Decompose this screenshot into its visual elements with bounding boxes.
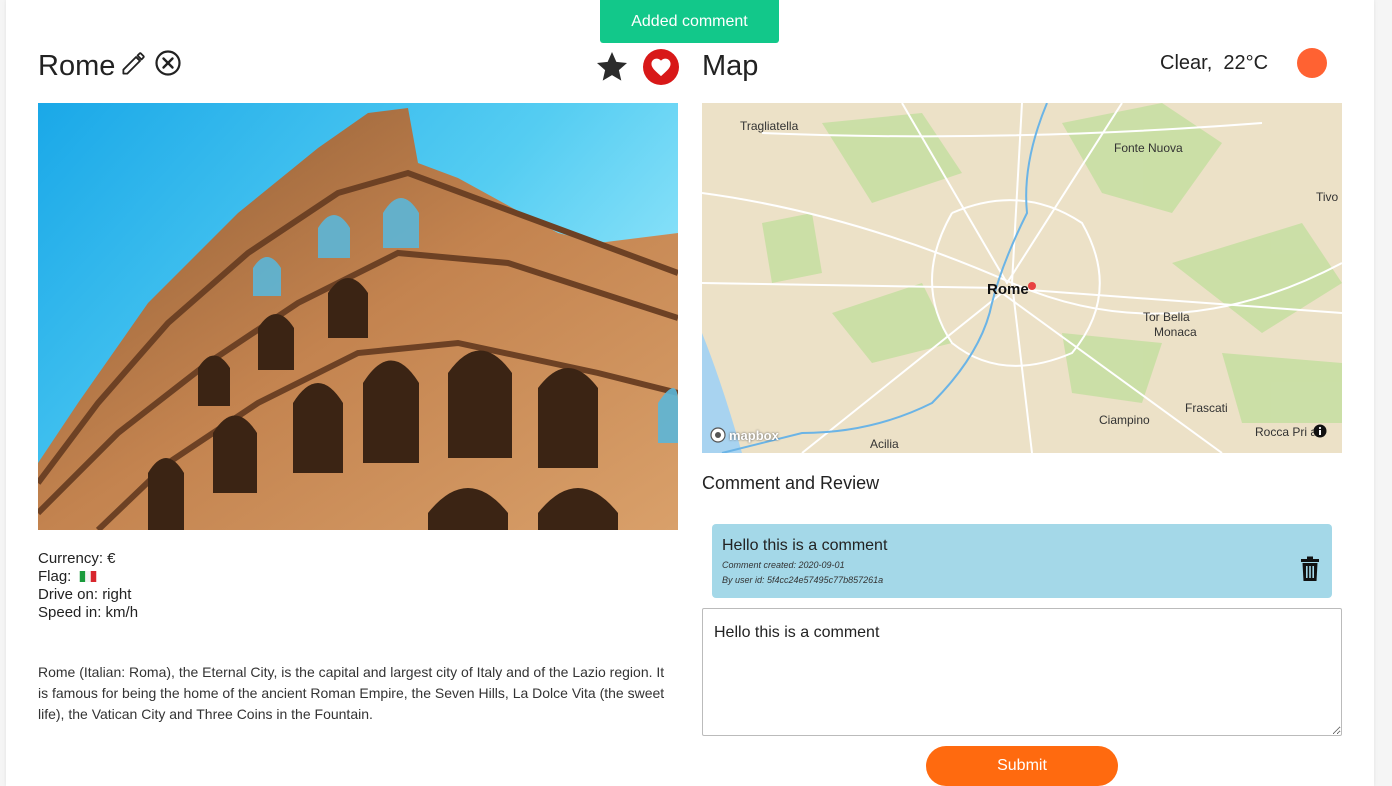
info-icon[interactable]: [1313, 424, 1327, 438]
star-icon[interactable]: [594, 49, 630, 85]
flag-row: Flag:: [38, 568, 138, 586]
map-title: Map: [702, 50, 759, 82]
map-label-frascati: Frascati: [1185, 401, 1228, 415]
italy-flag-icon: [79, 571, 96, 582]
comment-created: Comment created: 2020-09-01: [722, 560, 845, 570]
map-label-tivoli: Tivo: [1316, 190, 1339, 204]
submit-button[interactable]: Submit: [926, 746, 1118, 786]
comments-section-title: Comment and Review: [702, 473, 880, 493]
toast-message: Added comment: [631, 12, 748, 30]
weather-summary: Clear, 22°C: [1160, 52, 1269, 74]
pencil-icon[interactable]: [120, 50, 147, 77]
comment-input[interactable]: Hello this is a comment: [702, 608, 1342, 736]
currency-text: Currency: €: [38, 550, 116, 567]
map-label-fonte-nuova: Fonte Nuova: [1114, 141, 1183, 155]
drive-on-text: Drive on: right: [38, 586, 132, 603]
mapbox-logo[interactable]: mapbox: [710, 427, 779, 443]
mapbox-icon: [710, 427, 726, 443]
toast-notification: Added comment: [600, 0, 779, 43]
city-photo: [38, 103, 678, 530]
map-label-monaca: Monaca: [1154, 325, 1197, 339]
map-label-ciampino: Ciampino: [1099, 413, 1150, 427]
comment-card: Hello this is a comment Comment created:…: [712, 524, 1332, 598]
mapbox-label: mapbox: [729, 427, 779, 443]
map-label-rome: Rome: [987, 281, 1029, 298]
comment-author: By user id: 5f4cc24e57495c77b857261a: [722, 575, 884, 585]
map-label-tragliatella: Tragliatella: [740, 119, 799, 133]
city-description: Rome (Italian: Roma), the Eternal City, …: [38, 664, 665, 722]
flag-label: Flag:: [38, 568, 72, 585]
comment-text: Hello this is a comment: [722, 537, 888, 554]
map-label-acilia: Acilia: [870, 437, 899, 451]
trash-icon[interactable]: [1298, 556, 1322, 582]
city-facts: Currency: € Flag: Drive on: right Speed …: [38, 550, 138, 622]
favorite-button[interactable]: [643, 49, 679, 85]
close-circle-icon[interactable]: [154, 49, 182, 77]
heart-icon: [651, 58, 671, 77]
map-label-rocca: Rocca Pri a: [1255, 425, 1318, 439]
speed-unit-text: Speed in: km/h: [38, 604, 139, 621]
weather-indicator: [1297, 48, 1327, 78]
map-label-tor-bella: Tor Bella: [1143, 310, 1190, 324]
city-title: Rome: [38, 50, 116, 82]
city-map[interactable]: Tragliatella Fonte Nuova Tivo Rome Tor B…: [702, 103, 1342, 453]
